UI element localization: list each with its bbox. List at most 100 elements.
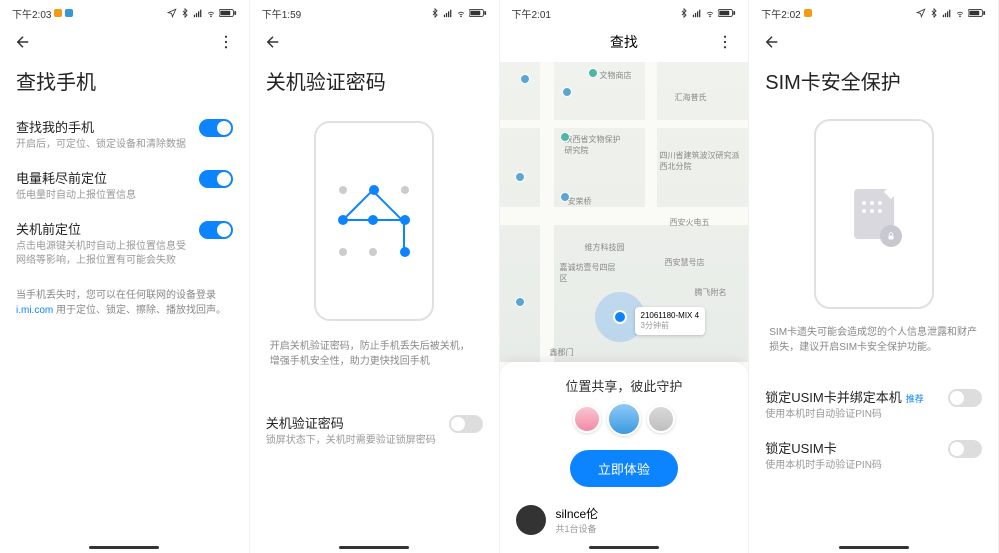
bluetooth-icon <box>180 8 190 18</box>
status-icons <box>430 8 487 18</box>
avatar-group <box>514 405 735 436</box>
bluetooth-icon <box>929 8 939 18</box>
signal-icon <box>443 8 453 18</box>
status-icons <box>916 8 986 18</box>
gesture-bar[interactable] <box>89 546 159 549</box>
wifi-icon <box>705 8 715 18</box>
status-time: 下午2:02 <box>761 6 800 21</box>
recommended-badge: 推荐 <box>906 394 924 404</box>
map-label: 嘉诚坊壹号四层区 <box>560 262 620 284</box>
page-title: 关机验证密码 <box>250 62 499 109</box>
more-icon[interactable] <box>716 33 734 51</box>
setting-low-battery-locate[interactable]: 电量耗尽前定位 低电量时自动上报位置信息 <box>0 160 249 211</box>
battery-icon <box>718 8 736 18</box>
setting-lock-usim[interactable]: 锁定USIM卡 使用本机时手动验证PIN码 <box>749 430 998 481</box>
status-time: 下午1:59 <box>262 6 301 21</box>
app-indicator-icon <box>65 9 73 17</box>
location-icon <box>167 8 177 18</box>
nav-bar <box>0 22 249 62</box>
map-label: 汇海普氏 <box>675 92 707 103</box>
status-time: 下午2:01 <box>512 6 551 21</box>
setting-shutdown-locate[interactable]: 关机前定位 点击电源键关机时自动上报位置信息受网络等影响，上报位置有可能会失败 <box>0 211 249 276</box>
app-indicator-icon <box>804 9 812 17</box>
poi-icon <box>560 132 570 142</box>
screen-find-phone: 下午2:03 查找手机 查找我的手机 开启后，可定位、锁定设备和清除数据 电量耗… <box>0 0 250 553</box>
setting-label: 锁定USIM卡并绑定本机推荐 <box>765 387 938 406</box>
setting-desc: 锁屏状态下，关机时需要验证锁屏密码 <box>266 434 439 448</box>
setting-label: 关机验证密码 <box>266 413 439 432</box>
back-icon[interactable] <box>763 33 781 51</box>
bluetooth-icon <box>679 8 689 18</box>
gesture-bar[interactable] <box>589 546 659 549</box>
signal-icon <box>193 8 203 18</box>
status-bar: 下午2:02 <box>749 0 998 22</box>
screen-shutdown-password: 下午1:59 关机验证密码 开启关机验证密码，防止手机丢失后被关机，增强手机安全… <box>250 0 500 553</box>
avatar-icon <box>573 405 601 433</box>
nav-bar: 查找 <box>500 22 749 62</box>
wifi-icon <box>955 8 965 18</box>
toggle-shutdown-password[interactable] <box>449 415 483 433</box>
share-title: 位置共享，彼此守护 <box>514 376 735 395</box>
page-title: SIM卡安全保护 <box>749 62 998 109</box>
battery-icon <box>469 8 487 18</box>
setting-desc: 开启后，可定位、锁定设备和清除数据 <box>16 138 189 152</box>
pattern-illustration <box>314 121 434 321</box>
map-label: 西安慧号店 <box>665 257 705 268</box>
bluetooth-icon <box>430 8 440 18</box>
map[interactable]: 文物商店 汇海普氏 陕西省文物保护研究院 四川省建筑波汉研究派西北分院 安荣桥 … <box>500 62 749 362</box>
user-device-count: 共1台设备 <box>556 522 599 535</box>
lock-icon <box>880 225 902 247</box>
avatar-icon <box>607 402 641 436</box>
status-icons <box>167 8 237 18</box>
device-callout[interactable]: 21061180-MIX 4 3分钟前 <box>635 307 706 335</box>
back-icon[interactable] <box>14 33 32 51</box>
wifi-icon <box>456 8 466 18</box>
setting-shutdown-password[interactable]: 关机验证密码 锁屏状态下，关机时需要验证锁屏密码 <box>250 405 499 456</box>
wifi-icon <box>206 8 216 18</box>
setting-find-my-phone[interactable]: 查找我的手机 开启后，可定位、锁定设备和清除数据 <box>0 109 249 160</box>
toggle-find-my-phone[interactable] <box>199 119 233 137</box>
poi-icon <box>520 74 530 84</box>
setting-label: 电量耗尽前定位 <box>16 168 189 187</box>
share-panel: 位置共享，彼此守护 立即体验 <box>500 362 749 501</box>
toggle-lock-usim[interactable] <box>948 440 982 458</box>
illustration-desc: 开启关机验证密码，防止手机丢失后被关机，增强手机安全性，助力更快找回手机 <box>250 333 499 375</box>
callout-device: 21061180-MIX 4 <box>641 311 700 320</box>
map-label: 文物商店 <box>600 70 632 81</box>
signal-icon <box>942 8 952 18</box>
screen-sim-protection: 下午2:02 SIM卡安全保护 SIM卡遗失可能会造成您的个人信息泄露和财产损失… <box>749 0 999 553</box>
footer-note: 当手机丢失时，您可以在任何联网的设备登录 i.mi.com 用于定位、锁定、擦除… <box>0 276 249 330</box>
status-bar: 下午2:01 <box>500 0 749 22</box>
map-label: 陕西省文物保护研究院 <box>565 134 625 156</box>
toggle-shutdown-locate[interactable] <box>199 221 233 239</box>
battery-icon <box>219 8 237 18</box>
sim-card-icon <box>854 189 894 239</box>
poi-icon <box>562 87 572 97</box>
link-micom[interactable]: i.mi.com <box>16 305 53 316</box>
map-label: 维方科技园 <box>585 242 625 253</box>
user-device-row[interactable]: silnce伦 共1台设备 <box>500 497 749 543</box>
try-now-button[interactable]: 立即体验 <box>570 450 678 487</box>
callout-time: 3分钟前 <box>641 320 700 331</box>
map-label: 鑫郡门 <box>550 347 574 358</box>
nav-bar <box>250 22 499 62</box>
gesture-bar[interactable] <box>839 546 909 549</box>
more-icon[interactable] <box>217 33 235 51</box>
location-pin-icon[interactable] <box>613 310 627 324</box>
gesture-bar[interactable] <box>339 546 409 549</box>
setting-label: 关机前定位 <box>16 219 189 238</box>
page-title: 查找手机 <box>0 62 249 109</box>
toggle-low-battery-locate[interactable] <box>199 170 233 188</box>
nav-title: 查找 <box>610 32 638 52</box>
setting-desc: 使用本机时手动验证PIN码 <box>765 459 938 473</box>
setting-lock-usim-bind[interactable]: 锁定USIM卡并绑定本机推荐 使用本机时自动验证PIN码 <box>749 379 998 430</box>
setting-desc: 点击电源键关机时自动上报位置信息受网络等影响，上报位置有可能会失败 <box>16 240 189 268</box>
toggle-lock-usim-bind[interactable] <box>948 389 982 407</box>
map-label: 腾飞附名 <box>695 287 727 298</box>
user-avatar-icon <box>516 505 546 535</box>
avatar-icon <box>647 405 675 433</box>
signal-icon <box>692 8 702 18</box>
poi-icon <box>588 68 598 78</box>
back-icon[interactable] <box>264 33 282 51</box>
setting-desc: 低电量时自动上报位置信息 <box>16 189 189 203</box>
